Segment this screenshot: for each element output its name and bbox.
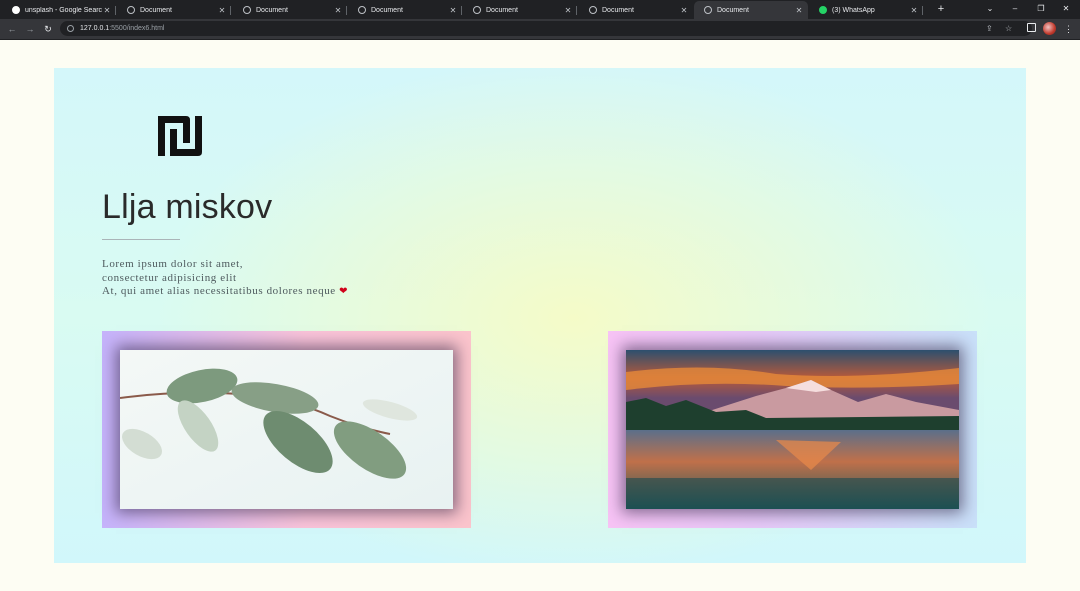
close-icon[interactable]: ✕	[794, 6, 804, 15]
tab-document-active[interactable]: Document ✕	[694, 1, 808, 19]
forward-arrow-icon[interactable]: →	[23, 22, 37, 36]
globe-icon	[358, 6, 366, 14]
hero-card: Llja miskov Lorem ipsum dolor sit amet, …	[54, 68, 1026, 563]
description-line: At, qui amet alias necessitatibus dolore…	[102, 285, 422, 299]
tab-separator	[230, 6, 231, 15]
tab-document-3[interactable]: Document ✕	[348, 1, 462, 19]
tab-separator	[922, 6, 923, 15]
close-icon[interactable]: ✕	[217, 6, 227, 15]
address-bar[interactable]: 127.0.0.1:5500/index6.html	[60, 21, 1032, 36]
tab-document-2[interactable]: Document ✕	[233, 1, 347, 19]
close-icon[interactable]: ✕	[679, 6, 689, 15]
left-image-frame	[102, 331, 471, 528]
browser-tab-strip: unsplash - Google Search ✕ Document ✕ Do…	[0, 0, 1080, 19]
page-title: Llja miskov	[102, 188, 273, 226]
close-icon[interactable]: ✕	[448, 6, 458, 15]
bookmark-star-icon[interactable]: ☆	[1005, 21, 1012, 36]
tab-separator	[461, 6, 462, 15]
close-icon[interactable]: ✕	[563, 6, 573, 15]
tab-title: Document	[717, 6, 749, 14]
description-line: consectetur adipisicing elit	[102, 271, 237, 284]
tab-search-chevron-icon[interactable]: ⌄	[981, 2, 999, 16]
whatsapp-icon	[819, 6, 827, 14]
new-tab-button[interactable]: +	[935, 2, 947, 16]
globe-icon	[589, 6, 597, 14]
leaves-photo	[120, 350, 453, 509]
window-close-icon[interactable]: ✕	[1057, 2, 1075, 16]
description-text: At, qui amet alias necessitatibus dolore…	[102, 285, 336, 297]
tab-title: Document	[140, 6, 172, 14]
reload-icon[interactable]: ↻	[41, 22, 55, 36]
restore-icon[interactable]: ❐	[1032, 2, 1050, 16]
globe-icon	[127, 6, 135, 14]
heart-icon: ❤	[339, 286, 349, 297]
url-path: :5500/index6.html	[109, 25, 165, 32]
close-icon[interactable]: ✕	[909, 6, 919, 15]
mountain-lake-photo	[626, 350, 959, 509]
tab-title: unsplash - Google Search	[25, 6, 102, 14]
side-panel-icon[interactable]	[1027, 23, 1036, 32]
tab-title: Document	[371, 6, 403, 14]
tab-unsplash-search[interactable]: unsplash - Google Search ✕	[2, 1, 116, 19]
page-viewport: Llja miskov Lorem ipsum dolor sit amet, …	[0, 40, 1080, 591]
shekel-logo-icon	[158, 116, 202, 156]
site-info-icon[interactable]	[67, 25, 74, 32]
tab-document-5[interactable]: Document ✕	[579, 1, 693, 19]
tab-title: Document	[256, 6, 288, 14]
globe-icon	[704, 6, 712, 14]
title-underline	[102, 239, 180, 240]
description: Lorem ipsum dolor sit amet, consectetur …	[102, 258, 422, 299]
url-host: 127.0.0.1	[80, 25, 110, 32]
share-icon[interactable]: ⇪	[986, 21, 993, 36]
tab-title: Document	[486, 6, 518, 14]
globe-icon	[473, 6, 481, 14]
google-icon	[12, 6, 20, 14]
tab-title: Document	[602, 6, 634, 14]
close-icon[interactable]: ✕	[333, 6, 343, 15]
description-line: Lorem ipsum dolor sit amet,	[102, 258, 244, 270]
tab-document-1[interactable]: Document ✕	[117, 1, 231, 19]
tab-separator	[115, 6, 116, 15]
right-image-frame	[608, 331, 977, 528]
minimize-icon[interactable]: –	[1006, 2, 1024, 16]
tab-separator	[576, 6, 577, 15]
tab-separator	[346, 6, 347, 15]
globe-icon	[243, 6, 251, 14]
browser-toolbar: ← → ↻ 127.0.0.1:5500/index6.html ⇪ ☆ ⋮	[0, 19, 1080, 40]
more-menu-icon[interactable]: ⋮	[1064, 22, 1073, 36]
tab-title: (3) WhatsApp	[832, 6, 875, 14]
back-arrow-icon[interactable]: ←	[5, 22, 19, 36]
profile-avatar[interactable]	[1043, 22, 1056, 35]
tab-whatsapp[interactable]: (3) WhatsApp ✕	[809, 1, 923, 19]
tab-document-4[interactable]: Document ✕	[463, 1, 577, 19]
close-icon[interactable]: ✕	[102, 6, 112, 15]
